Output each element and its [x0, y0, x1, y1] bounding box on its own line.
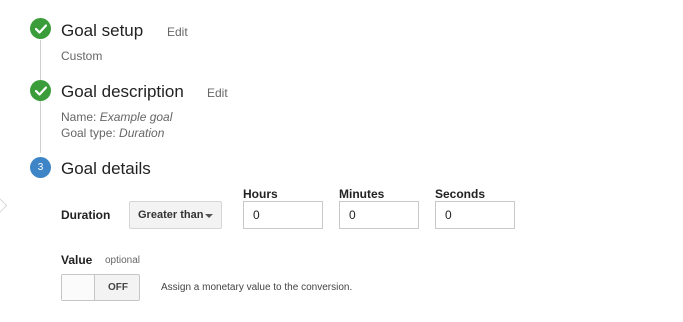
step-1-title: Goal setup	[61, 21, 144, 40]
check-icon	[34, 85, 47, 96]
minutes-input[interactable]	[339, 201, 419, 229]
goal-type-label: Goal type:	[61, 126, 116, 140]
duration-operator-dropdown[interactable]: Greater than	[129, 201, 222, 229]
hours-input[interactable]	[243, 201, 323, 229]
value-label: Value	[61, 253, 93, 267]
edge-arrow-icon	[0, 197, 8, 214]
step-2-title: Goal description	[61, 82, 184, 101]
step-1-complete-icon	[30, 18, 51, 39]
goal-type-value: Duration	[119, 126, 165, 140]
step-connector	[40, 40, 41, 82]
value-toggle[interactable]: OFF	[61, 274, 140, 301]
step-2-complete-icon	[30, 80, 51, 101]
goal-setup-edit-link[interactable]: Edit	[167, 25, 188, 39]
goal-setup-summary: Custom	[61, 49, 103, 63]
seconds-label: Seconds	[435, 187, 486, 201]
toggle-state-label: OFF	[108, 282, 128, 293]
goal-name-label: Name:	[61, 110, 97, 124]
seconds-input[interactable]	[435, 201, 515, 229]
minutes-label: Minutes	[339, 187, 385, 201]
value-optional-label: optional	[105, 255, 141, 266]
caret-down-icon	[205, 214, 213, 218]
step-connector	[40, 101, 41, 153]
goal-name-value: Example goal	[99, 110, 173, 124]
hours-label: Hours	[243, 187, 278, 201]
toggle-knob	[62, 275, 95, 300]
goal-type-line: Goal type: Duration	[61, 126, 164, 140]
duration-operator-value: Greater than	[138, 209, 204, 221]
duration-label: Duration	[61, 208, 111, 222]
step-3-number-badge: 3	[30, 157, 51, 178]
goal-description-edit-link[interactable]: Edit	[207, 86, 228, 100]
value-help-text: Assign a monetary value to the conversio…	[161, 282, 353, 293]
goal-name-line: Name: Example goal	[61, 110, 172, 124]
step-3-title: Goal details	[61, 159, 151, 178]
check-icon	[34, 23, 47, 34]
